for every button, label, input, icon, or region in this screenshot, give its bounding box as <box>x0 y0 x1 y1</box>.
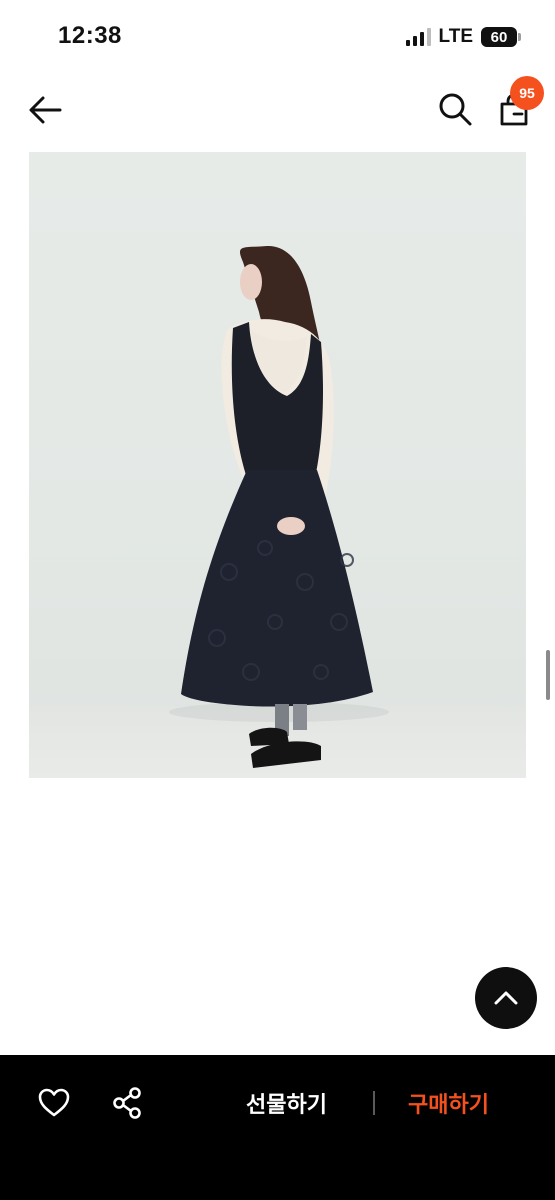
share-button[interactable] <box>110 1085 146 1121</box>
search-icon <box>439 93 472 126</box>
like-button[interactable] <box>36 1085 72 1121</box>
buy-button[interactable]: 구매하기 <box>408 1085 489 1121</box>
scroll-to-top-button[interactable] <box>475 967 537 1029</box>
bottom-action-bar: 선물하기 구매하기 <box>0 1055 555 1200</box>
chevron-up-icon <box>494 991 518 1005</box>
product-photo[interactable] <box>29 152 526 778</box>
share-icon <box>113 1087 141 1119</box>
product-detail-page: 12:38 LTE 60 95 선물하기 구매하기 <box>0 0 555 1200</box>
battery-level: 60 <box>490 28 508 46</box>
gift-button[interactable]: 선물하기 <box>246 1085 327 1121</box>
battery-icon: 60 <box>481 27 521 47</box>
top-nav <box>0 80 555 140</box>
status-bar: 12:38 LTE 60 <box>0 0 555 70</box>
arrow-left-icon <box>29 96 62 124</box>
status-indicators: LTE 60 <box>405 26 521 48</box>
signal-icon <box>405 28 431 46</box>
action-divider <box>373 1091 375 1115</box>
network-type: LTE <box>438 26 473 47</box>
scrollbar-thumb[interactable] <box>546 650 550 700</box>
status-time: 12:38 <box>58 22 122 49</box>
heart-icon <box>38 1088 70 1117</box>
model-figure <box>169 245 389 768</box>
back-button[interactable] <box>26 90 66 130</box>
search-button[interactable] <box>436 90 474 128</box>
cart-count-badge: 95 <box>510 76 544 110</box>
